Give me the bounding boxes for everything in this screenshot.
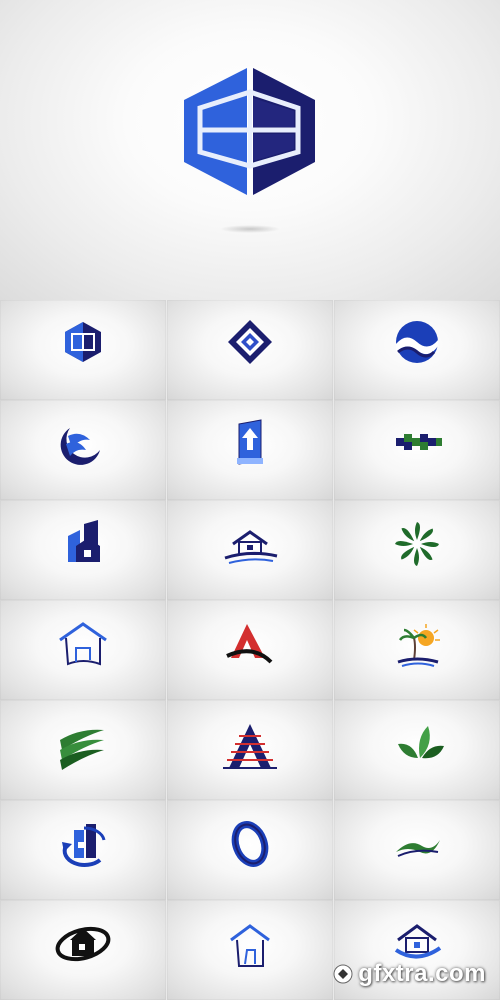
logo-tile xyxy=(334,800,500,900)
logo-tile xyxy=(167,400,333,500)
logo-tile xyxy=(334,700,500,800)
gfxtra-splash-icon xyxy=(333,964,353,984)
logo-tile xyxy=(0,700,166,800)
logo-tile xyxy=(167,500,333,600)
logo-tile xyxy=(334,600,500,700)
blue-ring-logo xyxy=(231,821,269,867)
building-arrows-logo xyxy=(62,824,106,867)
logo-tile xyxy=(334,500,500,600)
logo-tile xyxy=(167,300,333,400)
featured-logo-panel xyxy=(0,0,500,300)
logo-tile xyxy=(167,900,333,1000)
logo-tile xyxy=(0,800,166,900)
logo-grid xyxy=(0,300,500,1000)
logo-tile xyxy=(167,600,333,700)
logo-tile xyxy=(0,400,166,500)
hexagon-box-logo-large xyxy=(184,68,315,233)
green-swoosh-logo xyxy=(396,840,440,857)
red-letter-a-logo xyxy=(226,624,273,664)
logo-tile xyxy=(167,800,333,900)
watermark-text: gfxtra.com xyxy=(358,960,486,987)
green-waves-logo xyxy=(60,729,104,770)
pixel-blocks-logo xyxy=(396,434,442,450)
logo-tile xyxy=(0,900,166,1000)
arrow-building-logo xyxy=(237,419,263,465)
outline-house-2-logo xyxy=(230,924,270,967)
wave-circle-logo xyxy=(396,321,438,363)
logo-tile xyxy=(167,700,333,800)
green-leaves-logo xyxy=(398,726,444,759)
logo-tile xyxy=(0,300,166,400)
house-waves-logo xyxy=(224,530,278,564)
logo-tile xyxy=(0,600,166,700)
hexagon-box-logo xyxy=(65,322,101,362)
watermark: gfxtra.com xyxy=(332,960,486,988)
diamond-spiral-logo xyxy=(228,320,272,364)
crescent-swirl-logo xyxy=(60,428,100,465)
logo-tile xyxy=(0,500,166,600)
logo-tile xyxy=(334,400,500,500)
green-swirl-flower-logo xyxy=(395,522,439,566)
logo-tile xyxy=(334,300,500,400)
outline-house-logo xyxy=(59,622,107,666)
house-swoosh-logo xyxy=(55,926,111,962)
palm-sun-island-logo xyxy=(397,624,440,667)
building-house-logo xyxy=(68,520,100,562)
striped-letter-a-logo xyxy=(223,724,277,769)
